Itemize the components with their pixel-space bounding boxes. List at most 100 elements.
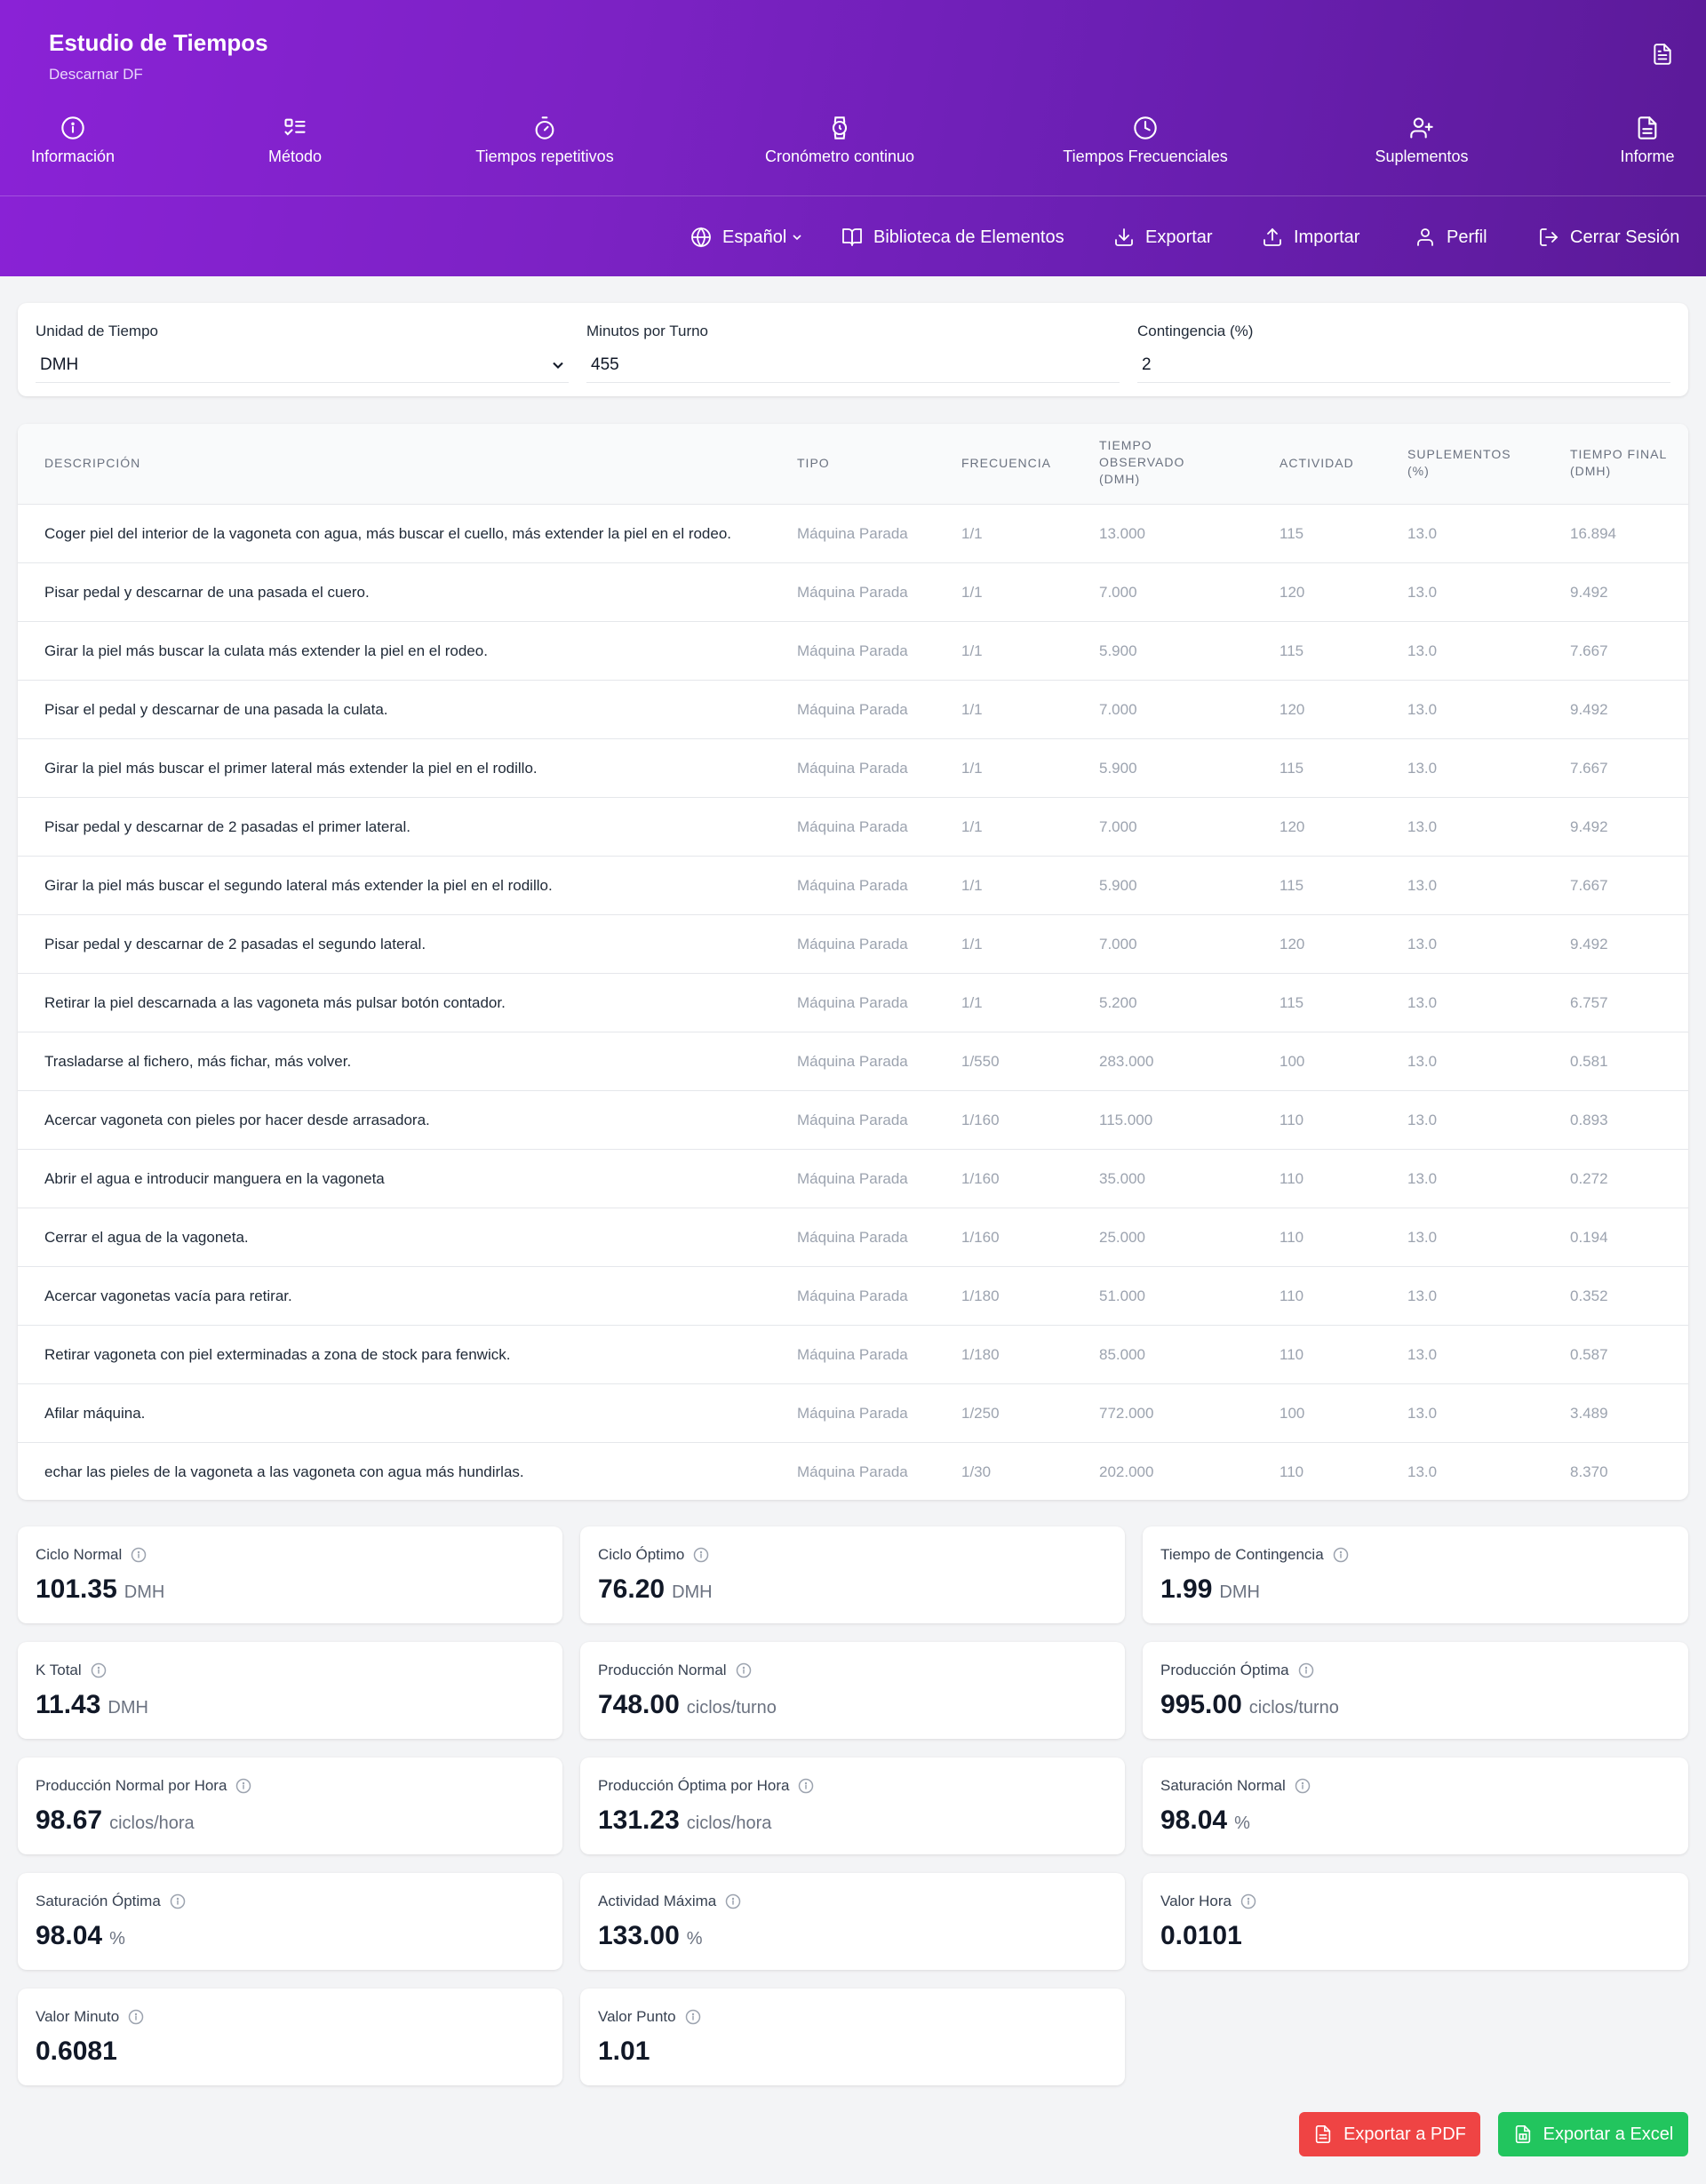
metric-card: Tiempo de Contingencia 1.99 DMH [1143, 1526, 1688, 1623]
cell-tipo: Máquina Parada [797, 1463, 908, 1480]
table-row[interactable]: Abrir el agua e introducir manguera en l… [18, 1150, 1688, 1208]
table-row[interactable]: Afilar máquina. Máquina Parada 1/250 772.00… [18, 1384, 1688, 1443]
metric-card: Producción Óptima por Hora 131.23 ciclos/h… [580, 1758, 1125, 1854]
metric-unit: % [1234, 1813, 1250, 1833]
cell-tipo: Máquina Parada [797, 525, 908, 542]
cell-actividad: 120 [1280, 584, 1305, 601]
cell-actividad: 100 [1280, 1405, 1305, 1422]
info-icon[interactable] [693, 1547, 709, 1563]
header-tipo: Tipo [797, 456, 830, 470]
metric-card: Valor Punto 1.01 [580, 1989, 1125, 2085]
metric-number: 131.23 [598, 1805, 680, 1835]
table-row[interactable]: Cerrar el agua de la vagoneta. Máquina Pa… [18, 1208, 1688, 1267]
table-row[interactable]: Girar la piel más buscar el segundo late… [18, 857, 1688, 915]
chevron-down-icon [553, 362, 563, 369]
cell-descripcion: Girar la piel más buscar la culata más e… [44, 642, 488, 659]
upload-icon [1264, 227, 1281, 246]
metric-value: 76.20 DMH [598, 1574, 713, 1605]
info-icon[interactable] [128, 2009, 144, 2025]
info-icon[interactable] [91, 1662, 107, 1678]
table-row[interactable]: Pisar pedal y descarnar de una pasada el… [18, 563, 1688, 622]
cell-suplementos: 13.0 [1407, 1287, 1438, 1304]
info-icon[interactable] [736, 1662, 752, 1678]
tab-tiempos-repetitivos[interactable]: Tiempos repetitivos [447, 116, 642, 166]
cell-frecuencia: 1/550 [961, 1053, 1000, 1070]
table-row[interactable]: Pisar el pedal y descarnar de una pasada… [18, 681, 1688, 739]
cell-tipo: Máquina Parada [797, 760, 908, 777]
cell-descripcion: Girar la piel más buscar el segundo late… [44, 877, 553, 894]
info-icon[interactable] [798, 1778, 814, 1794]
cell-frecuencia: 1/1 [961, 701, 983, 718]
metric-value: 131.23 ciclos/hora [598, 1805, 771, 1836]
table-row[interactable]: Acercar vagoneta con pieles por hacer de… [18, 1091, 1688, 1150]
metric-label: Producción Normal por Hora [36, 1777, 251, 1795]
table-row[interactable]: Girar la piel más buscar la culata más e… [18, 622, 1688, 681]
profile-button[interactable]: Perfil [1415, 224, 1487, 251]
time-unit-select[interactable]: DMH [36, 347, 569, 383]
info-icon[interactable] [1333, 1547, 1349, 1563]
cell-actividad: 110 [1280, 1229, 1304, 1246]
tab-cronometro-continuo[interactable]: Cronómetro continuo [742, 116, 937, 166]
info-icon[interactable] [685, 2009, 701, 2025]
tab-informacion[interactable]: Información [0, 116, 171, 166]
metric-card: Valor Hora 0.0101 [1143, 1873, 1688, 1970]
cell-frecuencia: 1/1 [961, 877, 983, 894]
info-icon[interactable] [131, 1547, 147, 1563]
cell-tiempo-final: 8.370 [1570, 1463, 1608, 1480]
cell-suplementos: 13.0 [1407, 877, 1438, 894]
tab-label: Tiempos Frecuenciales [1063, 147, 1228, 165]
minutes-input[interactable]: 455 [586, 347, 1120, 383]
logout-button[interactable]: Cerrar Sesión [1538, 224, 1679, 251]
table-row[interactable]: Girar la piel más buscar el primer later… [18, 739, 1688, 798]
cell-tipo: Máquina Parada [797, 584, 908, 601]
table-row[interactable]: Acercar vagonetas vacía para retirar. Máq… [18, 1267, 1688, 1326]
metric-value: 1.99 DMH [1160, 1574, 1260, 1605]
tab-suplementos[interactable]: Suplementos [1324, 116, 1519, 166]
table-row[interactable]: echar las pieles de la vagoneta a las va… [18, 1443, 1688, 1502]
cell-tiempo-final: 7.667 [1570, 642, 1608, 659]
info-icon[interactable] [1240, 1893, 1256, 1909]
cell-actividad: 115 [1280, 642, 1304, 659]
table-row[interactable]: Retirar la piel descarnada a las vagonet… [18, 974, 1688, 1032]
info-icon[interactable] [725, 1893, 741, 1909]
table-row[interactable]: Pisar pedal y descarnar de 2 pasadas el … [18, 915, 1688, 974]
cell-descripcion: Acercar vagonetas vacía para retirar. [44, 1287, 292, 1304]
metric-unit: DMH [1219, 1582, 1260, 1602]
language-selector[interactable]: Español [690, 224, 804, 251]
export-pdf-button[interactable]: Exportar a PDF [1299, 2112, 1480, 2156]
info-icon[interactable] [1298, 1662, 1314, 1678]
spreadsheet-icon [1515, 2125, 1530, 2143]
info-icon[interactable] [1295, 1778, 1311, 1794]
cell-descripcion: Pisar pedal y descarnar de una pasada el… [44, 584, 370, 601]
table-header: Descripción Tipo Frecuencia Tiempo Obser… [18, 424, 1688, 505]
cell-tiempo-observado: 85.000 [1099, 1346, 1145, 1363]
export-excel-button[interactable]: Exportar a Excel [1498, 2112, 1688, 2156]
tab-metodo[interactable]: Método [197, 116, 393, 166]
cell-tipo: Máquina Parada [797, 1346, 908, 1363]
table-row[interactable]: Coger piel del interior de la vagoneta c… [18, 505, 1688, 563]
metric-label: Actividad Máxima [598, 1893, 741, 1910]
library-button[interactable]: Biblioteca de Elementos [841, 224, 1064, 251]
export-button[interactable]: Exportar [1113, 224, 1213, 251]
info-icon[interactable] [235, 1778, 251, 1794]
tab-tiempos-frecuenciales[interactable]: Tiempos Frecuenciales [1048, 116, 1243, 166]
table-row[interactable]: Trasladarse al fichero, más fichar, más … [18, 1032, 1688, 1091]
cell-tipo: Máquina Parada [797, 701, 908, 718]
metric-number: 11.43 [36, 1690, 101, 1719]
cell-descripcion: Retirar la piel descarnada a las vagonet… [44, 994, 506, 1011]
report-icon[interactable] [1651, 43, 1674, 66]
import-button[interactable]: Importar [1262, 224, 1359, 251]
metric-label-text: Producción Normal [598, 1662, 727, 1678]
header-tiempo-observado: Tiempo Observado (DMH) [1099, 438, 1185, 486]
table-row[interactable]: Pisar pedal y descarnar de 2 pasadas el … [18, 798, 1688, 857]
metric-unit: DMH [108, 1698, 148, 1718]
table-row[interactable]: Retirar vagoneta con piel exterminadas a… [18, 1326, 1688, 1384]
cell-tiempo-final: 0.272 [1570, 1170, 1608, 1187]
info-icon[interactable] [170, 1893, 186, 1909]
contingency-input[interactable]: 2 [1137, 347, 1670, 383]
metric-value: 101.35 DMH [36, 1574, 164, 1605]
cell-suplementos: 13.0 [1407, 525, 1438, 542]
metric-card: K Total 11.43 DMH [18, 1642, 562, 1739]
tab-informe[interactable]: Informe [1550, 116, 1706, 166]
cell-suplementos: 13.0 [1407, 1053, 1438, 1070]
